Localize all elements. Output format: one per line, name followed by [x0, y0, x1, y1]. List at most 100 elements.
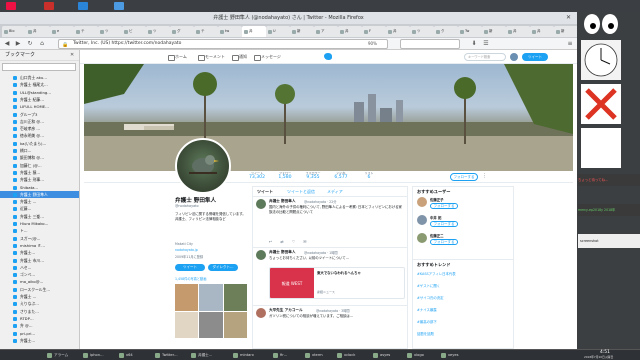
browser-tab[interactable]: ツ — [410, 26, 434, 37]
bookmark-item[interactable]: 弁護士 野田隼人 — [0, 190, 79, 199]
taskbar-item[interactable]: fir… — [272, 351, 306, 360]
browser-tab[interactable]: 弁 — [530, 26, 554, 37]
trend-item[interactable]: #KASSアフィレ日本代表 — [417, 271, 456, 276]
home-icon[interactable]: ⌂ — [38, 40, 46, 48]
bookmark-item[interactable]: 吉川正和 @… — [0, 118, 79, 125]
tweet-to-button[interactable]: ツイート — [175, 264, 205, 271]
screenshot-window[interactable]: screenshot — [578, 234, 640, 248]
bookmark-item[interactable]: 弁護士… — [0, 249, 79, 256]
panel-launcher-red-icon[interactable] — [44, 2, 54, 10]
bookmark-item[interactable]: ハセ… — [0, 264, 79, 271]
suggested-user[interactable]: 佐藤正子 フォローする — [417, 197, 511, 213]
twitter-logo-icon[interactable] — [324, 53, 332, 60]
browser-tab[interactable]: ク — [434, 26, 458, 37]
sidebar-search-input[interactable] — [2, 63, 76, 71]
bookmark-item[interactable]: pri-pri… — [0, 330, 79, 337]
browser-tab[interactable]: 弁 — [242, 26, 266, 37]
stat-tweets[interactable]: ツイート 73,302 — [244, 171, 270, 180]
account-avatar[interactable] — [510, 53, 518, 61]
bookmark-item[interactable]: ゴンベ… — [0, 271, 79, 278]
bookmark-item[interactable]: Hiura Mikako… — [0, 220, 79, 227]
bookmark-item[interactable]: ロースクール生… — [0, 286, 79, 293]
close-window-icon[interactable]: ✕ — [566, 14, 574, 22]
nav-home[interactable]: ホーム — [168, 53, 187, 61]
browser-tab[interactable]: 弁 — [338, 26, 362, 37]
taskbar-item[interactable]: 弁護士… — [190, 351, 224, 360]
browser-tab[interactable]: 新 — [554, 26, 577, 37]
bookmark-item[interactable]: さりまた… — [0, 308, 79, 315]
tab-tweets[interactable]: ツイート — [257, 189, 273, 195]
stat-lists[interactable]: リスト 6 — [356, 171, 382, 180]
taskbar-item[interactable]: mintarx — [232, 351, 266, 360]
browser-tab[interactable]: Tw — [458, 26, 482, 37]
browser-tab[interactable]: 弁 — [386, 26, 410, 37]
browser-tab[interactable]: テ — [194, 26, 218, 37]
bookmark-item[interactable]: 加藤仁 (@… — [0, 162, 79, 169]
bookmark-item[interactable]: グループ3 — [0, 111, 79, 118]
bookmark-item[interactable]: 弁護士 三峯… — [0, 213, 79, 220]
tweet-item[interactable]: 弁護士 野田隼人 @nodahayato · 22分 国内と海外の子供の権利につ… — [256, 199, 406, 245]
media-thumb[interactable] — [223, 284, 247, 311]
bookmark-item[interactable]: ka(いたまら)… — [0, 140, 79, 147]
browser-tab[interactable]: ツ — [98, 26, 122, 37]
downloads-icon[interactable]: ⬇ — [470, 40, 478, 48]
bookmark-item[interactable]: 壱岐孝彦 … — [0, 125, 79, 132]
media-thumb[interactable] — [175, 311, 199, 338]
browser-search-field[interactable] — [400, 39, 460, 49]
bookmark-item[interactable]: 弁 @… — [0, 322, 79, 329]
taskbar-item[interactable]: xclock — [336, 351, 370, 360]
browser-tab[interactable]: 新 — [290, 26, 314, 37]
browser-tab[interactable]: 弁 — [506, 26, 530, 37]
tweet-button[interactable]: ツイート — [522, 53, 548, 61]
link-card[interactable]: 報道 WEST 東大でないなわれるへんちゃ 産経ニュース — [269, 267, 405, 299]
follow-suggested-button[interactable]: フォローする — [430, 221, 458, 227]
bookmark-item[interactable]: 近藤… — [0, 205, 79, 212]
trend-item[interactable]: #ナイス暴露 — [417, 307, 437, 312]
tweet-item[interactable]: 弁護士 野田隼人 @nodahayato · 1時間 ちょっとお待ちください, … — [256, 250, 406, 302]
twitter-search-input[interactable]: キーワード検索 — [464, 53, 506, 61]
browser-tab[interactable]: 新 — [482, 26, 506, 37]
browser-tab[interactable]: tw — [218, 26, 242, 37]
taskbar-item[interactable]: iphon… — [82, 351, 116, 360]
tweet-actions[interactable]: ↩⇄♡✉ — [269, 239, 315, 244]
bookmark-item[interactable]: スガー(@… — [0, 235, 79, 242]
taskbar-item[interactable]: xeyes — [440, 351, 474, 360]
bookmark-item[interactable]: えりなぷ… — [0, 300, 79, 307]
suggested-user[interactable]: 佐藤正二 フォローする — [417, 233, 511, 249]
browser-tab[interactable]: ツ — [146, 26, 170, 37]
trend-item[interactable]: #サイコ氏の決定 — [417, 295, 444, 300]
bookmark-item[interactable]: 弁護士 市川… — [0, 257, 79, 264]
browser-tab[interactable]: 弁 — [26, 26, 50, 37]
stat-likes[interactable]: いいね 6,577 — [328, 171, 354, 180]
browser-tab[interactable]: e — [50, 26, 74, 37]
menu-icon[interactable]: ≡ — [566, 40, 574, 48]
bookmark-item[interactable]: 弁護士 猿… — [0, 169, 79, 176]
bookmark-item[interactable]: 橋口… — [0, 147, 79, 154]
bookmark-item[interactable]: ト… — [0, 227, 79, 234]
follow-suggested-button[interactable]: フォローする — [430, 203, 458, 209]
media-thumb[interactable] — [199, 284, 223, 311]
bookmark-item[interactable]: ULL@standing… — [0, 89, 79, 96]
bookmark-item[interactable]: RTDP… — [0, 315, 79, 322]
bookmark-item[interactable]: 山口貴士 aku… — [0, 74, 79, 81]
browser-tab[interactable]: F — [362, 26, 386, 37]
reload-icon[interactable]: ↻ — [26, 40, 34, 48]
browser-tab[interactable]: ビ — [122, 26, 146, 37]
library-icon[interactable]: ☰ — [482, 40, 490, 48]
bookmark-item[interactable]: 弁護士 紀藤… — [0, 96, 79, 103]
profile-website[interactable]: nodahayato.jp — [175, 248, 198, 252]
bookmark-item[interactable]: 飯田博和 @… — [0, 154, 79, 161]
trend-item[interactable]: 話題を話題 — [417, 331, 434, 336]
media-thumb[interactable] — [175, 284, 199, 311]
stat-following[interactable]: フォロー 1,580 — [272, 171, 298, 180]
tweet-item[interactable]: 大平先生 アカコール @nodahayato · 3時間 ガソリン税についての相… — [256, 308, 406, 348]
photos-videos-link[interactable]: 1,458件の写真と動画 — [175, 276, 206, 281]
nav-messages[interactable]: メッセージ — [254, 53, 281, 61]
browser-tab[interactable]: ア — [314, 26, 338, 37]
bookmark-item[interactable]: LIFULL HOME… — [0, 103, 79, 110]
bookmark-item[interactable]: 徳永明美 @… — [0, 132, 79, 139]
browser-tab[interactable]: テ — [74, 26, 98, 37]
forward-icon[interactable]: ▶ — [14, 40, 22, 48]
nav-notifications[interactable]: 通知 — [232, 53, 247, 61]
bookmark-item[interactable]: mishima ミ… — [0, 242, 79, 249]
